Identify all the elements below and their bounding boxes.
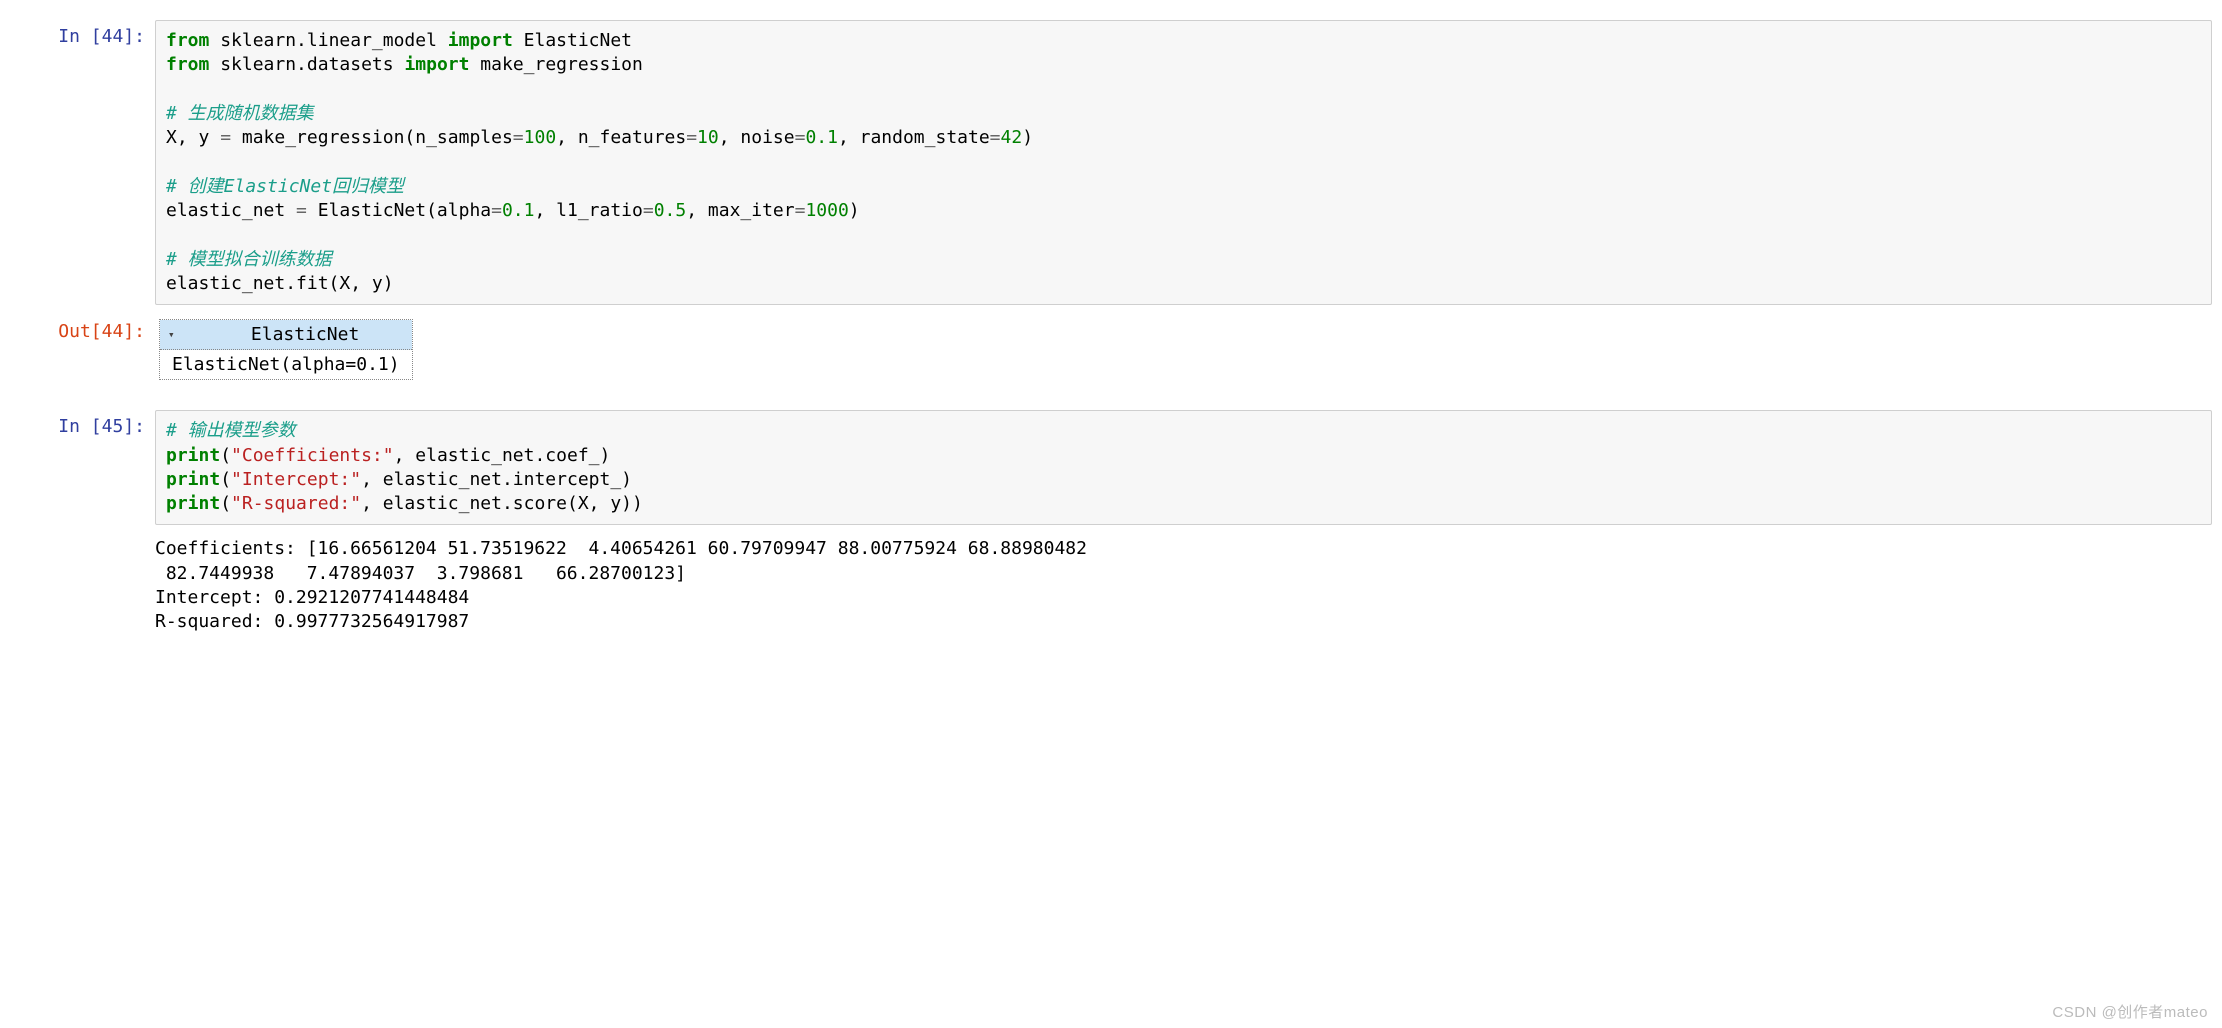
prompt-empty: [10, 535, 155, 636]
sklearn-repr-box: ▾ ElasticNet ElasticNet(alpha=0.1): [159, 319, 413, 380]
code-text: , n_features: [556, 127, 686, 148]
num: 10: [697, 127, 719, 148]
op: =: [990, 127, 1001, 148]
prompt-out-44: Out[44]:: [10, 315, 155, 380]
code-text: ): [849, 200, 860, 221]
fn-print: print: [166, 469, 220, 490]
op: =: [220, 127, 231, 148]
fn-print: print: [166, 493, 220, 514]
string: "Coefficients:": [231, 445, 394, 466]
fn-print: print: [166, 445, 220, 466]
code-input-45[interactable]: # 输出模型参数 print("Coefficients:", elastic_…: [155, 410, 2212, 525]
code-text: ElasticNet(alpha: [307, 200, 491, 221]
op: =: [686, 127, 697, 148]
sklearn-repr-body: ElasticNet(alpha=0.1): [160, 350, 412, 379]
code-text: , random_state: [838, 127, 990, 148]
num: 42: [1001, 127, 1023, 148]
code-text: , elastic_net.intercept_): [361, 469, 632, 490]
cell-in-45: In [45]: # 输出模型参数 print("Coefficients:",…: [10, 410, 2212, 525]
op: =: [296, 200, 307, 221]
code-text: elastic_net.fit(X, y): [166, 273, 394, 294]
op: =: [795, 200, 806, 221]
paren: (: [220, 493, 231, 514]
op: =: [795, 127, 806, 148]
code-text: , l1_ratio: [534, 200, 642, 221]
code-input-44[interactable]: from sklearn.linear_model import Elastic…: [155, 20, 2212, 305]
kw-import: import: [448, 30, 513, 51]
code-text: elastic_net: [166, 200, 296, 221]
num: 0.5: [654, 200, 687, 221]
kw-import: import: [404, 54, 469, 75]
paren: (: [220, 469, 231, 490]
stdout-content-45: Coefficients: [16.66561204 51.73519622 4…: [155, 535, 2212, 636]
code-text: ): [1022, 127, 1033, 148]
kw-from: from: [166, 54, 209, 75]
cell-content-45: # 输出模型参数 print("Coefficients:", elastic_…: [155, 410, 2212, 525]
string: "Intercept:": [231, 469, 361, 490]
module-name: sklearn.datasets: [209, 54, 404, 75]
code-text: X, y: [166, 127, 220, 148]
prompt-in-45: In [45]:: [10, 410, 155, 525]
import-name: ElasticNet: [513, 30, 632, 51]
sklearn-repr-header[interactable]: ▾ ElasticNet: [160, 320, 412, 350]
prompt-in-44: In [44]:: [10, 20, 155, 305]
num: 0.1: [805, 127, 838, 148]
output-content-44: ▾ ElasticNet ElasticNet(alpha=0.1): [155, 315, 2212, 380]
cell-in-44: In [44]: from sklearn.linear_model impor…: [10, 20, 2212, 305]
watermark: CSDN @创作者mateo: [2052, 1001, 2208, 1022]
code-text: make_regression(n_samples: [231, 127, 513, 148]
cell-stdout-45: Coefficients: [16.66561204 51.73519622 4…: [10, 535, 2212, 636]
cell-content-44: from sklearn.linear_model import Elastic…: [155, 20, 2212, 305]
kw-from: from: [166, 30, 209, 51]
code-text: , elastic_net.coef_): [394, 445, 611, 466]
import-name: make_regression: [469, 54, 642, 75]
string: "R-squared:": [231, 493, 361, 514]
chevron-down-icon: ▾: [168, 328, 175, 341]
code-text: , elastic_net.score(X, y)): [361, 493, 643, 514]
stdout-text: Coefficients: [16.66561204 51.73519622 4…: [155, 535, 2212, 636]
num: 0.1: [502, 200, 535, 221]
comment: # 模型拟合训练数据: [166, 249, 332, 270]
op: =: [643, 200, 654, 221]
code-text: , noise: [719, 127, 795, 148]
num: 1000: [805, 200, 848, 221]
comment: # 生成随机数据集: [166, 103, 314, 124]
paren: (: [220, 445, 231, 466]
op: =: [491, 200, 502, 221]
num: 100: [524, 127, 557, 148]
comment: # 创建ElasticNet回归模型: [166, 176, 404, 197]
op: =: [513, 127, 524, 148]
code-text: , max_iter: [686, 200, 794, 221]
spacer: [10, 390, 2212, 410]
cell-out-44: Out[44]: ▾ ElasticNet ElasticNet(alpha=0…: [10, 315, 2212, 380]
comment: # 输出模型参数: [166, 420, 296, 441]
sklearn-repr-title: ElasticNet: [215, 324, 396, 345]
module-name: sklearn.linear_model: [209, 30, 447, 51]
